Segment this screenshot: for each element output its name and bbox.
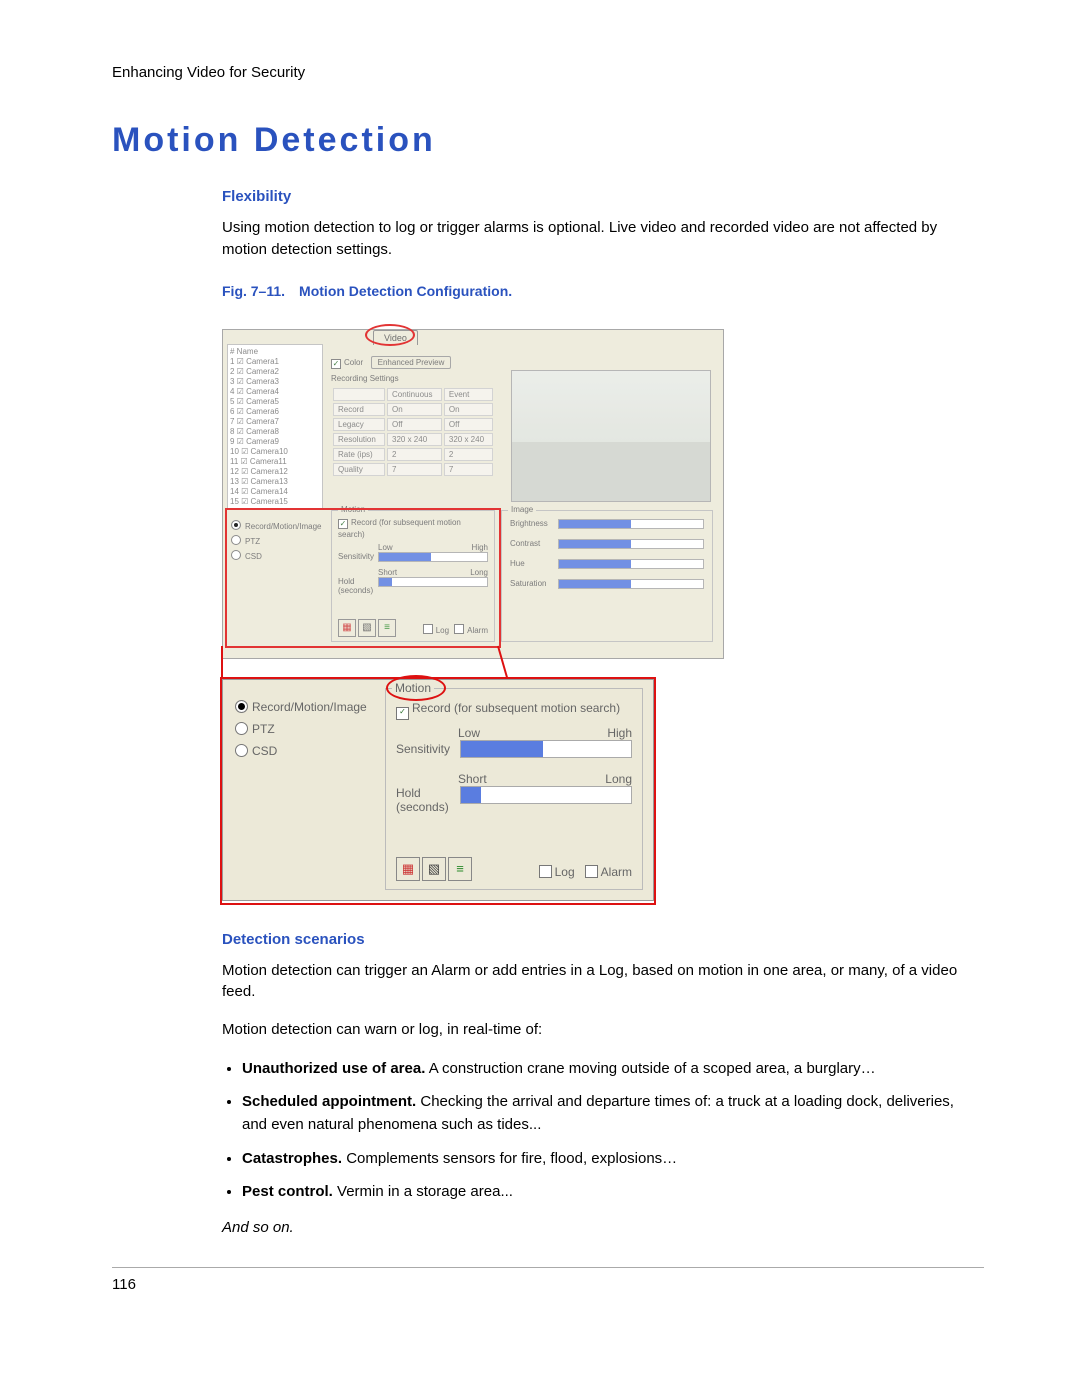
and-so-on: And so on. (222, 1217, 982, 1239)
slider-contrast[interactable] (558, 539, 704, 549)
recording-settings-table: ContinuousEvent RecordOnOn LegacyOffOff … (331, 386, 495, 478)
image-group-small: Image Brightness Contrast Hue Saturation (501, 510, 713, 642)
detection-p2: Motion detection can warn or log, in rea… (222, 1019, 982, 1041)
checkbox-color[interactable] (331, 357, 344, 367)
footer-rule (112, 1267, 984, 1268)
checkbox-alarm-zoom[interactable] (585, 865, 601, 879)
page-title: Motion Detection (112, 121, 984, 160)
slider-brightness[interactable] (558, 519, 704, 529)
figure-title: Motion Detection Configuration. (299, 283, 512, 299)
checkbox-log-zoom[interactable] (539, 865, 555, 879)
slider-hue[interactable] (558, 559, 704, 569)
slider-hold-zoom[interactable] (460, 786, 632, 804)
recording-settings-label: Recording Settings (331, 374, 399, 383)
callout-rect-upper (225, 508, 501, 648)
video-preview (511, 370, 711, 502)
running-header: Enhancing Video for Security (112, 64, 984, 81)
config-window-zoom: Record/Motion/Image PTZ CSD Motion Recor… (222, 679, 654, 901)
motion-group-zoom: Motion Record (for subsequent motion sea… (385, 688, 643, 890)
figure-caption: Fig. 7–11. Motion Detection Configuration… (222, 283, 982, 299)
detection-p1: Motion detection can trigger an Alarm or… (222, 960, 982, 1004)
callout-circle-motion (386, 675, 446, 701)
slider-sensitivity-zoom[interactable] (460, 740, 632, 758)
page-number: 116 (112, 1276, 984, 1293)
figure-motion-detection: Video # Name 1 ☑ Camera1 2 ☑ Camera2 3 ☑… (222, 317, 722, 907)
config-window-overview: Video # Name 1 ☑ Camera1 2 ☑ Camera2 3 ☑… (222, 329, 724, 659)
flexibility-body: Using motion detection to log or trigger… (222, 217, 982, 261)
radio-ptz-zoom[interactable]: PTZ (235, 722, 367, 736)
tool-grid-icon-zoom[interactable]: ▦ (396, 857, 420, 881)
radio-record-motion-image-zoom[interactable]: Record/Motion/Image (235, 700, 367, 714)
button-enhanced-preview[interactable]: Enhanced Preview (371, 356, 452, 369)
slider-saturation[interactable] (558, 579, 704, 589)
callout-circle-video (365, 324, 415, 346)
section-heading-detection-scenarios: Detection scenarios (222, 931, 982, 948)
camera-list[interactable]: # Name 1 ☑ Camera1 2 ☑ Camera2 3 ☑ Camer… (227, 344, 323, 510)
tool-area-icon-zoom[interactable]: ≡ (448, 857, 472, 881)
detection-bullets: Unauthorized use of area. A construction… (222, 1057, 982, 1203)
radio-csd-zoom[interactable]: CSD (235, 744, 367, 758)
tool-mask-icon-zoom[interactable]: ▧ (422, 857, 446, 881)
figure-number: Fig. 7–11. (222, 283, 285, 299)
checkbox-record-subsequent-zoom[interactable] (396, 701, 412, 715)
section-heading-flexibility: Flexibility (222, 188, 982, 205)
